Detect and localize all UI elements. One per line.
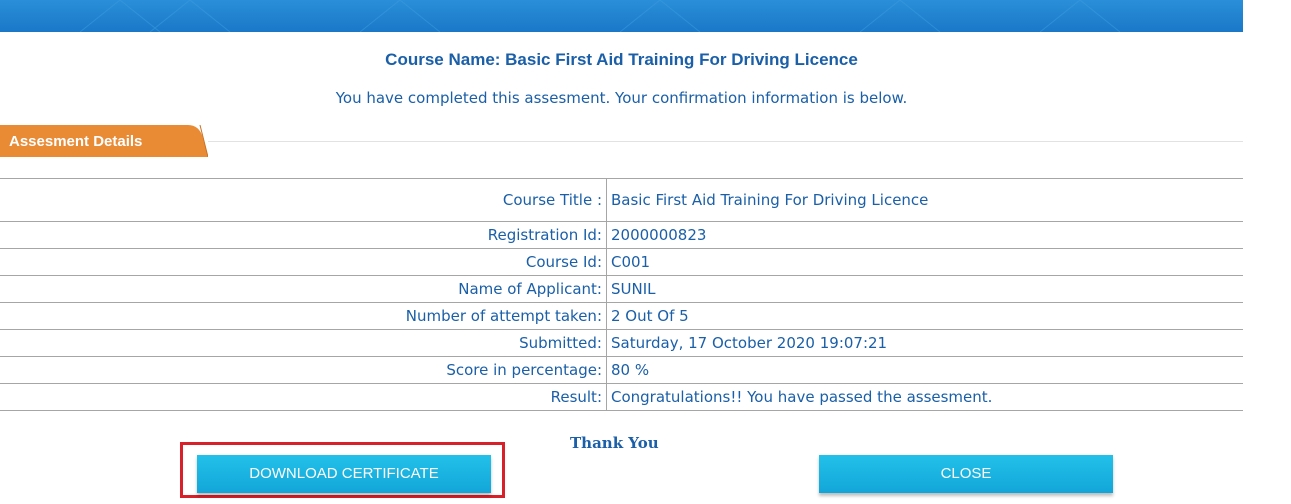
assessment-details-section-header: Assesment Details bbox=[0, 125, 1243, 159]
section-divider bbox=[208, 141, 1243, 142]
download-certificate-button[interactable]: DOWNLOAD CERTIFICATE bbox=[197, 455, 491, 493]
row-value: Congratulations!! You have passed the as… bbox=[606, 383, 1243, 411]
table-row: Submitted: Saturday, 17 October 2020 19:… bbox=[0, 329, 1243, 357]
table-row: Course Title : Basic First Aid Training … bbox=[0, 178, 1243, 222]
row-value: Basic First Aid Training For Driving Lic… bbox=[606, 178, 1243, 222]
completion-message: You have completed this assesment. Your … bbox=[335, 89, 908, 107]
table-row: Registration Id: 2000000823 bbox=[0, 221, 1243, 249]
row-value: Saturday, 17 October 2020 19:07:21 bbox=[606, 329, 1243, 357]
section-tab-label: Assesment Details bbox=[9, 133, 143, 150]
assessment-details-tab: Assesment Details bbox=[0, 125, 208, 157]
table-row: Course Id: C001 bbox=[0, 248, 1243, 276]
row-value: SUNIL bbox=[606, 275, 1243, 303]
row-label: Course Id: bbox=[0, 248, 607, 276]
assessment-confirmation-page: Course Name: Basic First Aid Training Fo… bbox=[0, 0, 1291, 504]
row-label: Course Title : bbox=[0, 178, 607, 222]
row-value: 2000000823 bbox=[606, 221, 1243, 249]
banner-pattern bbox=[79, 0, 1121, 32]
table-row: Name of Applicant: SUNIL bbox=[0, 275, 1243, 303]
table-row: Result: Congratulations!! You have passe… bbox=[0, 383, 1243, 411]
row-label: Submitted: bbox=[0, 329, 607, 357]
thank-you-text: Thank You bbox=[570, 434, 659, 452]
course-name-heading: Course Name: Basic First Aid Training Fo… bbox=[385, 50, 858, 69]
row-value: C001 bbox=[606, 248, 1243, 276]
row-label: Number of attempt taken: bbox=[0, 302, 607, 330]
row-label: Registration Id: bbox=[0, 221, 607, 249]
top-banner bbox=[0, 0, 1243, 32]
row-label: Result: bbox=[0, 383, 607, 411]
row-value: 80 % bbox=[606, 356, 1243, 384]
assessment-details-table: Course Title : Basic First Aid Training … bbox=[0, 178, 1243, 411]
row-value: 2 Out Of 5 bbox=[606, 302, 1243, 330]
close-button[interactable]: CLOSE bbox=[819, 455, 1113, 493]
row-label: Name of Applicant: bbox=[0, 275, 607, 303]
table-row: Score in percentage: 80 % bbox=[0, 356, 1243, 384]
table-row: Number of attempt taken: 2 Out Of 5 bbox=[0, 302, 1243, 330]
row-label: Score in percentage: bbox=[0, 356, 607, 384]
